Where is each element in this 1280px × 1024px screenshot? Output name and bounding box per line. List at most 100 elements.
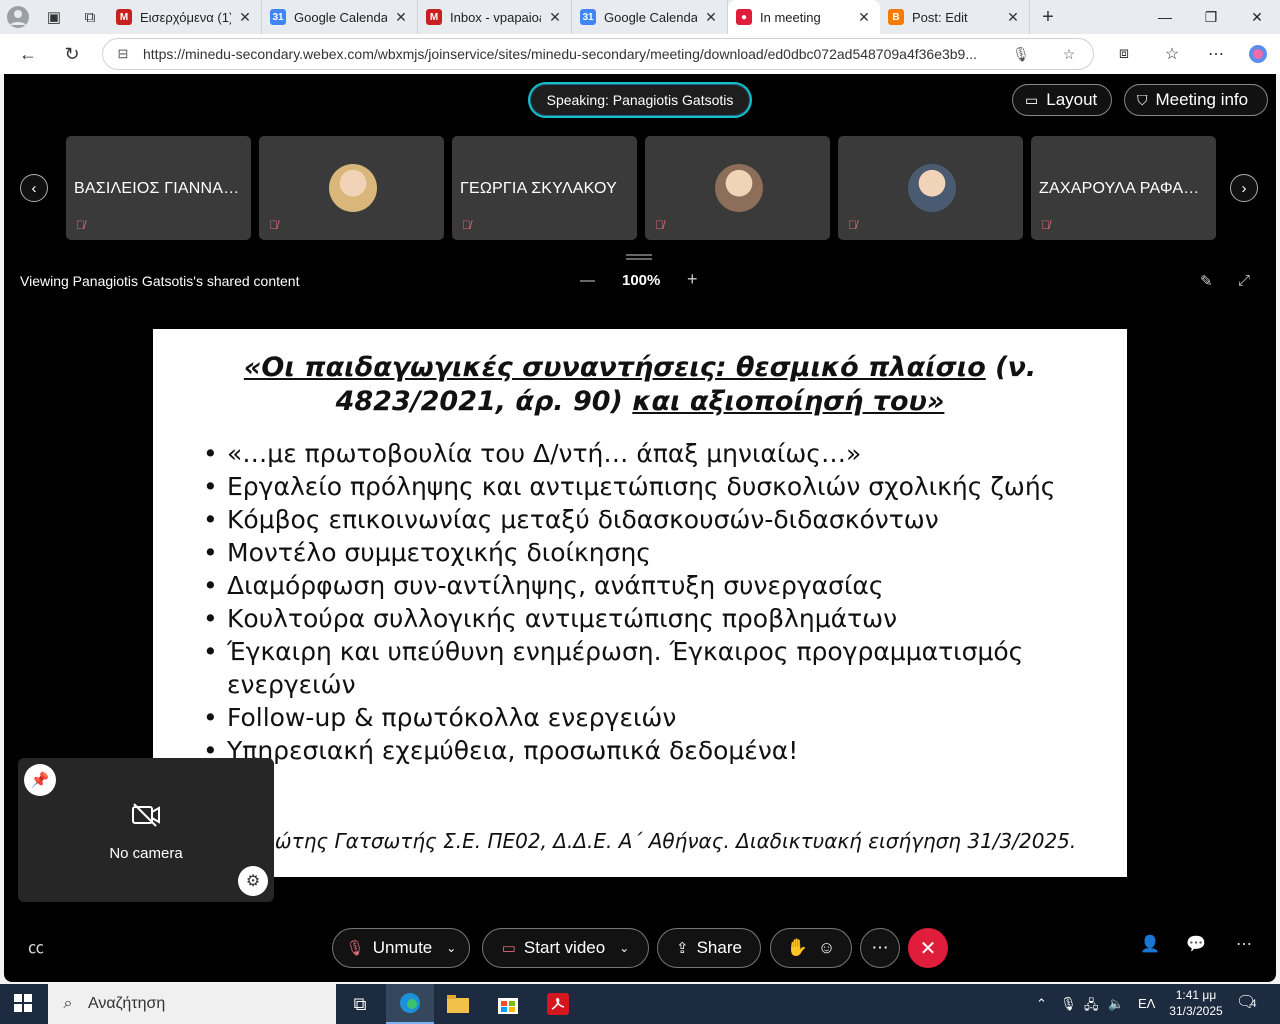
browser-tab[interactable]: M Εισερχόμενα (1) - ✕ — [108, 0, 262, 34]
close-tab-icon[interactable]: ✕ — [856, 9, 872, 26]
browser-tab[interactable]: 31 Google Calendar ✕ — [262, 0, 418, 34]
more-panels-icon[interactable]: ⋯ — [1236, 934, 1252, 954]
language-indicator[interactable]: ΕΛ — [1138, 996, 1155, 1011]
participants-icon[interactable]: 👤 — [1140, 934, 1160, 954]
browser-tab[interactable]: 31 Google Calendar ✕ — [572, 0, 728, 34]
participant-name: ΓΕΩΡΓΙΑ ΣΚΥΛΑΚΟΥ — [460, 180, 617, 197]
clock-time: 1:41 μμ — [1175, 988, 1217, 1002]
new-tab-button[interactable]: + — [1030, 0, 1066, 34]
annotate-icon[interactable]: ✎ — [1200, 272, 1213, 290]
webex-icon: ● — [736, 9, 752, 25]
chat-icon[interactable]: 💬 — [1186, 934, 1206, 954]
extensions-icon[interactable]: ⧈ — [1102, 34, 1146, 74]
slide-bullet: Υπηρεσιακή εχεμύθεια, προσωπικά δεδομένα… — [203, 734, 1083, 767]
participant-tile[interactable]: ΓΕΩΡΓΙΑ ΣΚΥΛΑΚΟΥ 🎙̸ — [452, 136, 637, 240]
meeting-info-button[interactable]: ⛉ Meeting info — [1124, 84, 1268, 116]
minimize-button[interactable]: — — [1142, 0, 1188, 34]
leave-meeting-button[interactable]: ✕ — [908, 928, 948, 968]
microphone-icon[interactable]: 🎙 — [997, 46, 1045, 63]
close-tab-icon[interactable]: ✕ — [703, 9, 719, 26]
windows-taskbar: ⌕ Αναζήτηση ⧉ ⌃ 🎙 🖧 🔈 ΕΛ 1:41 μμ 31/3/20… — [0, 984, 1280, 1024]
participant-tile[interactable]: 🎙̸ — [645, 136, 830, 240]
muted-mic-icon: 🎙̸ — [655, 218, 664, 232]
participant-tile[interactable]: 🎙̸ — [838, 136, 1023, 240]
copilot-icon[interactable] — [1236, 34, 1280, 74]
browser-tab[interactable]: ● In meeting ✕ — [728, 0, 880, 34]
closed-captions-icon[interactable]: ㏄ — [28, 934, 44, 958]
slide-title: «Οι παιδαγωγικές συναντήσεις: θεσμικό πλ… — [213, 351, 1067, 419]
close-window-button[interactable]: ✕ — [1234, 0, 1280, 34]
no-camera-indicator: No camera — [18, 802, 274, 862]
windows-start-icon[interactable] — [14, 994, 32, 1017]
zoom-in-button[interactable]: + — [687, 269, 698, 290]
start-video-button[interactable]: ▭ Start video ⌄ — [482, 928, 649, 968]
store-icon[interactable] — [484, 984, 532, 1024]
notification-center-icon[interactable]: 🗨4 — [1236, 992, 1256, 1012]
reactions-button[interactable]: ✋ ☺ — [770, 928, 852, 968]
volume-icon[interactable]: 🔈 — [1108, 996, 1124, 1012]
strip-prev-button[interactable]: ‹ — [20, 174, 48, 202]
acrobat-icon[interactable] — [534, 984, 582, 1024]
show-hidden-icons[interactable]: ⌃ — [1036, 996, 1047, 1012]
site-info-icon[interactable]: ⊟ — [103, 46, 143, 62]
edge-taskbar-icon[interactable] — [386, 984, 434, 1024]
camera-off-icon — [18, 802, 274, 835]
chevron-down-icon[interactable]: ⌄ — [446, 941, 456, 955]
zoom-out-button[interactable]: — — [580, 272, 595, 289]
file-explorer-icon[interactable] — [434, 984, 482, 1024]
close-tab-icon[interactable]: ✕ — [237, 9, 253, 26]
taskbar-search[interactable]: ⌕ Αναζήτηση — [48, 984, 336, 1024]
system-clock[interactable]: 1:41 μμ 31/3/2025 — [1160, 987, 1232, 1019]
clock-date: 31/3/2025 — [1169, 1004, 1223, 1018]
browser-tab[interactable]: M Inbox - vpapaioan ✕ — [418, 0, 572, 34]
reload-button[interactable]: ↻ — [50, 34, 94, 74]
browser-tab[interactable]: B Post: Edit ✕ — [880, 0, 1030, 34]
favorite-star-icon[interactable]: ☆ — [1045, 46, 1093, 63]
unmute-button[interactable]: 🎙 Unmute ⌄ — [332, 928, 470, 968]
favorites-icon[interactable]: ☆ — [1150, 34, 1194, 74]
meeting-info-label: Meeting info — [1155, 90, 1249, 109]
gear-icon[interactable]: ⚙ — [238, 866, 268, 896]
tab-title: Google Calendar — [604, 9, 697, 25]
resize-handle[interactable] — [626, 254, 652, 260]
tab-title: Post: Edit — [912, 9, 968, 25]
muted-mic-icon: 🎙̸ — [848, 218, 857, 232]
participant-tile[interactable]: ΒΑΣΙΛΕΙΟΣ ΓΙΑΝΝΑΚ... 🎙̸ — [66, 136, 251, 240]
unmute-label: Unmute — [372, 938, 433, 957]
video-off-icon: ▭ — [501, 940, 516, 957]
pin-icon[interactable]: 📌 — [24, 764, 56, 796]
search-placeholder: Αναζήτηση — [88, 995, 166, 1012]
settings-menu-icon[interactable]: ⋯ — [1194, 34, 1238, 74]
tab-title: In meeting — [760, 9, 821, 25]
gmail-icon: M — [426, 9, 442, 25]
slide-bullet: «…με πρωτοβουλία του Δ/ντή… άπαξ μηνιαίω… — [203, 437, 1083, 470]
profile-icon[interactable] — [0, 0, 36, 34]
tab-actions-icon[interactable]: ⧉ — [72, 0, 108, 34]
share-button[interactable]: ⇪ Share — [657, 928, 761, 968]
url-text: https://minedu-secondary.webex.com/wbxmj… — [143, 46, 978, 62]
strip-next-button[interactable]: › — [1230, 174, 1258, 202]
workspaces-icon[interactable]: ▣ — [36, 0, 72, 34]
back-button[interactable]: ← — [6, 34, 50, 74]
microphone-tray-icon[interactable]: 🎙 — [1060, 996, 1077, 1012]
close-tab-icon[interactable]: ✕ — [1005, 9, 1021, 26]
more-options-button[interactable]: ⋯ — [860, 928, 900, 968]
shared-content-bar: Viewing Panagiotis Gatsotis's shared con… — [4, 266, 1276, 296]
participant-tile[interactable]: 🎙̸ — [259, 136, 444, 240]
tab-title: Google Calendar — [294, 9, 387, 25]
muted-mic-icon: 🎙̸ — [76, 218, 85, 232]
close-tab-icon[interactable]: ✕ — [393, 9, 409, 26]
restore-button[interactable]: ❐ — [1188, 0, 1234, 34]
network-icon[interactable]: 🖧 — [1084, 996, 1099, 1018]
fullscreen-icon[interactable]: ⤢ — [1238, 272, 1250, 289]
participant-tile[interactable]: ΖΑΧΑΡΟΥΛΑ ΡΑΦΑΗ... 🎙̸ — [1031, 136, 1216, 240]
reaction-emoji-icon[interactable]: ☺ — [818, 938, 835, 958]
task-view-icon[interactable]: ⧉ — [336, 984, 384, 1024]
close-tab-icon[interactable]: ✕ — [547, 9, 563, 26]
calendar-icon: 31 — [580, 9, 596, 25]
url-field[interactable]: ⊟ https://minedu-secondary.webex.com/wbx… — [102, 38, 1094, 70]
chevron-down-icon[interactable]: ⌄ — [619, 941, 629, 955]
layout-button[interactable]: ▭ Layout — [1012, 84, 1112, 116]
raise-hand-icon[interactable]: ✋ — [787, 938, 808, 958]
viewing-label: Viewing Panagiotis Gatsotis's shared con… — [20, 273, 300, 289]
